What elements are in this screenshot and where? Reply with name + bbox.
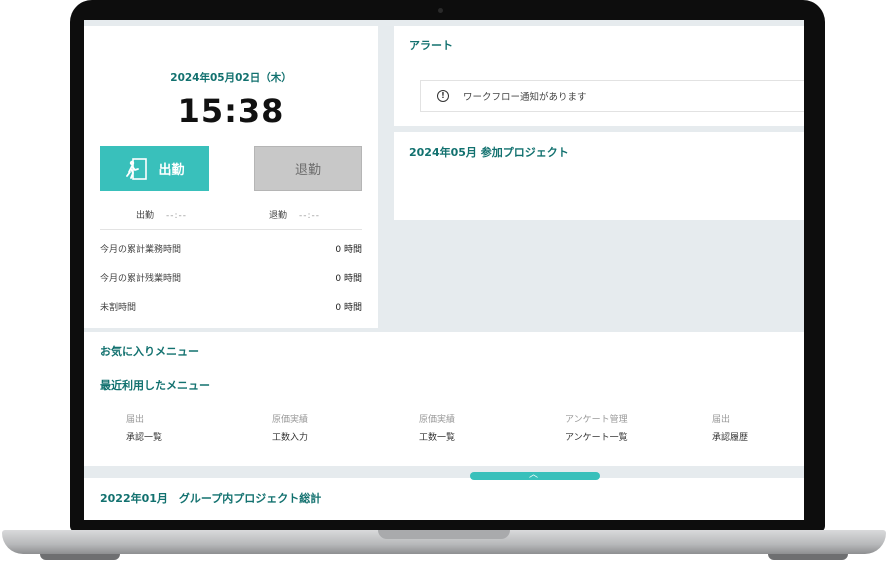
menu-panel: お気に入りメニュー 最近利用したメニュー 届出 承認一覧 原価実績 工数入力 原… bbox=[84, 332, 804, 466]
recent-menu-item[interactable]: 届出 承認一覧 bbox=[126, 412, 162, 443]
menu-item-name: 承認履歴 bbox=[712, 433, 749, 443]
menu-item-name: 工数一覧 bbox=[419, 433, 456, 443]
projects-panel: 2024年05月 参加プロジェクト bbox=[394, 132, 804, 220]
camera bbox=[438, 8, 443, 13]
menu-item-name: アンケート一覧 bbox=[565, 433, 628, 443]
clock-in-label: 出勤 bbox=[158, 163, 185, 178]
alert-panel: アラート ! ワークフロー通知があります bbox=[394, 26, 804, 126]
stat-unallocated-hours: 未割時間 0 時間 bbox=[100, 300, 362, 313]
menu-item-name: 承認一覧 bbox=[126, 433, 163, 443]
clock-out-record-label: 退勤 bbox=[269, 211, 288, 221]
recent-menu-item[interactable]: 原価実績 工数入力 bbox=[272, 412, 308, 443]
clock-in-record-time: --:-- bbox=[166, 211, 188, 221]
clock-in-record: 出勤 --:-- bbox=[136, 208, 187, 221]
current-time: 15:38 bbox=[177, 92, 285, 130]
clock-out-button[interactable]: 退勤 bbox=[254, 146, 362, 191]
recent-title: 最近利用したメニュー bbox=[100, 379, 210, 392]
time-card-panel: 2024年05月02日（木） 15:38 出勤 退勤 出勤 --:-- 退勤 --:… bbox=[84, 26, 378, 328]
laptop-base bbox=[2, 530, 886, 554]
menu-item-category: 原価実績 bbox=[272, 415, 309, 425]
alert-message: ワークフロー通知があります bbox=[463, 92, 587, 103]
group-projects-panel: 2022年01月 グループ内プロジェクト総計 bbox=[84, 478, 804, 520]
menu-item-category: 届出 bbox=[126, 415, 145, 425]
stat-label: 今月の累計残業時間 bbox=[100, 274, 182, 284]
stat-label: 今月の累計業務時間 bbox=[100, 245, 182, 255]
stat-monthly-work-hours: 今月の累計業務時間 0 時間 bbox=[100, 242, 362, 255]
stat-label: 未割時間 bbox=[100, 303, 137, 313]
laptop-notch bbox=[378, 530, 510, 539]
exclamation-circle-icon: ! bbox=[437, 90, 449, 102]
collapse-toggle[interactable]: ︿ bbox=[470, 470, 600, 480]
clock-out-record: 退勤 --:-- bbox=[269, 208, 320, 221]
current-date: 2024年05月02日（木） bbox=[170, 72, 292, 84]
alert-title: アラート bbox=[409, 39, 453, 52]
laptop-foot-right bbox=[768, 554, 848, 560]
favorites-title: お気に入りメニュー bbox=[100, 345, 199, 358]
clock-out-record-time: --:-- bbox=[299, 211, 321, 221]
divider bbox=[100, 229, 362, 230]
stat-value: 0 時間 bbox=[335, 274, 362, 284]
menu-item-category: 原価実績 bbox=[419, 415, 456, 425]
app-screen: 2024年05月02日（木） 15:38 出勤 退勤 出勤 --:-- 退勤 --:… bbox=[84, 20, 804, 520]
menu-item-category: 届出 bbox=[712, 415, 731, 425]
clock-in-record-label: 出勤 bbox=[136, 211, 155, 221]
group-projects-title: 2022年01月 グループ内プロジェクト総計 bbox=[100, 492, 322, 505]
projects-title: 2024年05月 参加プロジェクト bbox=[409, 146, 569, 159]
alert-item[interactable]: ! ワークフロー通知があります bbox=[420, 80, 804, 112]
menu-item-name: 工数入力 bbox=[272, 433, 309, 443]
clock-in-button[interactable]: 出勤 bbox=[100, 146, 209, 191]
recent-menu-item[interactable]: 届出 承認履歴 bbox=[712, 412, 748, 443]
clock-out-label: 退勤 bbox=[294, 163, 321, 178]
recent-menu-item[interactable]: アンケート管理 アンケート一覧 bbox=[565, 412, 628, 443]
exit-run-icon bbox=[126, 157, 148, 180]
chevron-up-icon: ︿ bbox=[529, 470, 539, 480]
stat-value: 0 時間 bbox=[335, 245, 362, 255]
menu-item-category: アンケート管理 bbox=[565, 415, 628, 425]
recent-menu-item[interactable]: 原価実績 工数一覧 bbox=[419, 412, 455, 443]
stat-value: 0 時間 bbox=[335, 303, 362, 313]
stat-monthly-overtime-hours: 今月の累計残業時間 0 時間 bbox=[100, 271, 362, 284]
laptop-foot-left bbox=[40, 554, 120, 560]
